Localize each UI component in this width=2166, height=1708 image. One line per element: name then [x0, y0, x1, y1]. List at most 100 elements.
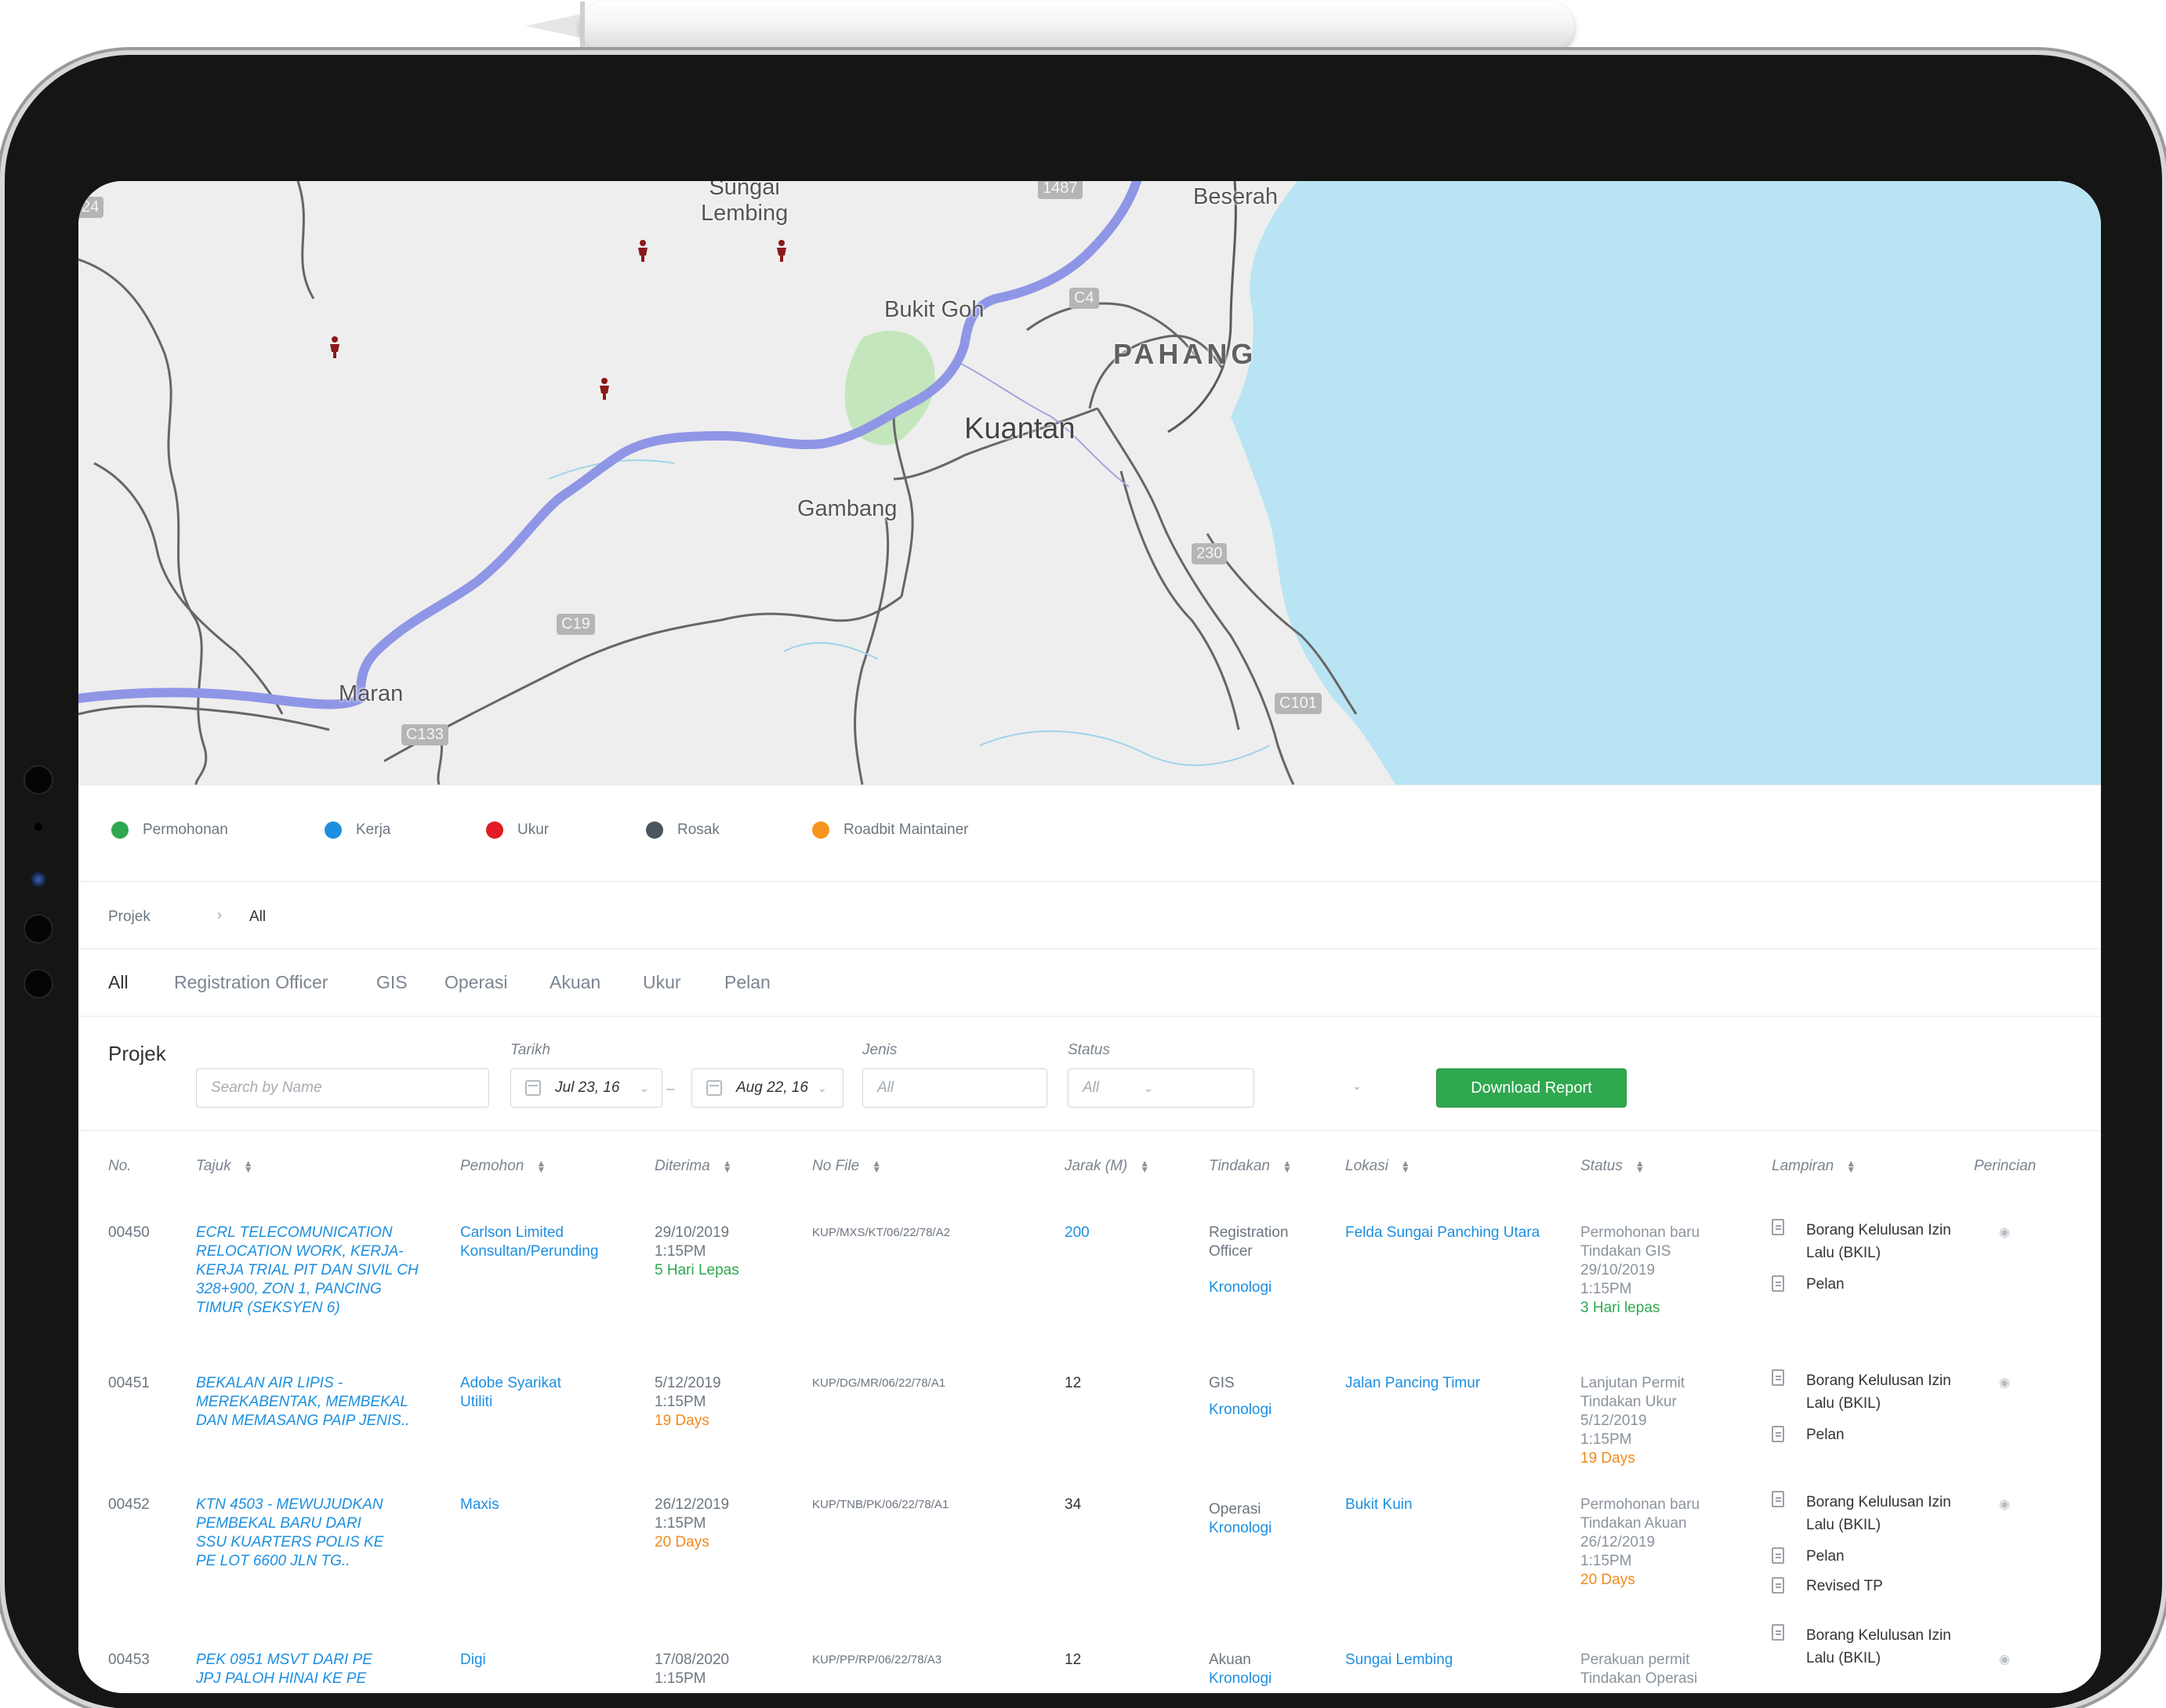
row-no-file: KUP/PP/RP/06/22/78/A3 [812, 1653, 942, 1666]
tab-all[interactable]: All [108, 972, 129, 993]
row-pemohon-link[interactable]: Maxis [460, 1496, 640, 1514]
column-tajuk[interactable]: Tajuk ▲ ▼ [196, 1158, 253, 1175]
eye-icon[interactable]: ◉ [1999, 1496, 2010, 1514]
jenis-select[interactable]: All [862, 1068, 1047, 1108]
tab-operasi[interactable]: Operasi [444, 972, 508, 993]
status-line: Permohonan baru [1580, 1496, 1700, 1513]
kronologi-link[interactable]: Kronologi [1209, 1278, 1326, 1297]
tab-gis[interactable]: GIS [376, 972, 408, 993]
row-lampiran: Borang Kelulusan Izin Lalu (BKIL) Pelan [1772, 1219, 1960, 1305]
attachment-label: Pelan [1806, 1548, 1845, 1565]
column-label: Jarak (M) [1065, 1158, 1128, 1174]
sort-icon: ▲ ▼ [1283, 1157, 1292, 1175]
attachment-item[interactable]: Borang Kelulusan Izin Lalu (BKIL) [1772, 1369, 1960, 1415]
jenis-label: Jenis [862, 1042, 898, 1058]
eye-icon[interactable]: ◉ [1999, 1651, 2010, 1670]
status-line: Tindakan Akuan [1580, 1515, 1687, 1532]
attachment-item[interactable]: Pelan [1772, 1547, 1960, 1566]
row-tajuk-link[interactable]: BEKALAN AIR LIPIS - MEREKABENTAK, MEMBEK… [196, 1374, 419, 1431]
road-badge: C19 [557, 614, 595, 635]
row-lokasi-link[interactable]: Sungai Lembing [1345, 1651, 1565, 1670]
person-marker-icon[interactable] [775, 240, 789, 262]
tab-pelan[interactable]: Pelan [724, 972, 771, 993]
download-report-button[interactable]: Download Report [1436, 1068, 1627, 1108]
row-tajuk-link[interactable]: KTN 4503 - MEWUJUDKAN PEMBEKAL BARU DARI… [196, 1496, 384, 1571]
row-lokasi-link[interactable]: Jalan Pancing Timur [1345, 1374, 1565, 1393]
eye-icon[interactable]: ◉ [1999, 1374, 2010, 1393]
attachment-item[interactable]: Revised TP [1772, 1577, 1960, 1596]
sort-icon: ▲ ▼ [243, 1157, 253, 1175]
status-line: Permohonan baru [1580, 1224, 1700, 1241]
column-label: Diterima [655, 1158, 710, 1174]
row-lampiran: Borang Kelulusan Izin Lalu (BKIL) Pelan [1772, 1369, 1960, 1456]
clipboard-icon [1772, 1547, 1784, 1564]
date-to-picker[interactable]: Aug 22, 16 ⌄ [691, 1068, 844, 1108]
tab-ukur[interactable]: Ukur [643, 972, 681, 993]
column-no: No. [108, 1158, 132, 1174]
row-no: 00451 [108, 1375, 150, 1391]
column-label: No File [812, 1158, 860, 1174]
row-date: 29/10/2019 [655, 1224, 730, 1241]
legend-dot [646, 821, 663, 839]
legend-label: Kerja [356, 821, 391, 838]
kronologi-link[interactable]: Kronologi [1209, 1519, 1326, 1538]
date-from-picker[interactable]: Jul 23, 16 ⌄ [510, 1068, 662, 1108]
person-marker-icon[interactable] [328, 336, 342, 358]
column-diterima[interactable]: Diterima ▲ ▼ [655, 1158, 732, 1175]
row-date: 5/12/2019 [655, 1375, 721, 1391]
map-label-pahang: PAHANG [1113, 338, 1257, 370]
legend-label: Ukur [517, 821, 550, 838]
row-tajuk-link[interactable]: ECRL TELECOMUNICATION RELOCATION WORK, K… [196, 1224, 419, 1318]
attachment-label: Borang Kelulusan Izin Lalu (BKIL) [1806, 1627, 1951, 1666]
row-jarak-link[interactable]: 200 [1065, 1224, 1090, 1242]
person-marker-icon[interactable] [597, 378, 611, 400]
map-view[interactable]: Sungai Lembing Beserah Bukit Goh PAHANG … [78, 181, 2101, 785]
map-label-bukit-goh: Bukit Goh [884, 297, 985, 322]
column-label: Pemohon [460, 1158, 524, 1174]
chevron-down-icon[interactable]: ⌄ [1352, 1079, 1362, 1093]
column-no-file[interactable]: No File ▲ ▼ [812, 1158, 881, 1175]
status-time: 1:15PM [1580, 1553, 1632, 1569]
attachment-item[interactable]: Borang Kelulusan Izin Lalu (BKIL) [1772, 1219, 1960, 1264]
row-pemohon-link[interactable]: Digi [460, 1651, 640, 1670]
row-jarak: 12 [1065, 1375, 1082, 1391]
attachment-item[interactable]: Borang Kelulusan Izin Lalu (BKIL) [1772, 1491, 1960, 1536]
status-select[interactable]: All ⌄ [1068, 1068, 1254, 1108]
status-days: 20 Days [1580, 1572, 1635, 1588]
column-lampiran[interactable]: Lampiran ▲ ▼ [1772, 1158, 1856, 1175]
search-input[interactable]: Search by Name [196, 1068, 489, 1108]
row-tindakan-label: GIS [1209, 1375, 1235, 1391]
legend-item-ukur[interactable]: Ukur [486, 821, 549, 839]
chevron-right-icon: › [217, 907, 222, 923]
attachment-item[interactable]: Pelan [1772, 1275, 1960, 1294]
breadcrumb-projek[interactable]: Projek [108, 908, 151, 926]
eye-icon[interactable]: ◉ [1999, 1224, 2010, 1242]
tab-registration-officer[interactable]: Registration Officer [174, 972, 328, 993]
row-tindakan: GIS Kronologi [1209, 1374, 1326, 1420]
row-lokasi-link[interactable]: Felda Sungai Panching Utara [1345, 1224, 1565, 1242]
attachment-item[interactable]: Borang Kelulusan Izin Lalu (BKIL) [1772, 1624, 1960, 1670]
kronologi-link[interactable]: Kronologi [1209, 1670, 1326, 1688]
column-lokasi[interactable]: Lokasi ▲ ▼ [1345, 1158, 1410, 1175]
column-pemohon[interactable]: Pemohon ▲ ▼ [460, 1158, 546, 1175]
column-tindakan[interactable]: Tindakan ▲ ▼ [1209, 1158, 1292, 1175]
kronologi-link[interactable]: Kronologi [1209, 1401, 1326, 1420]
legend-item-permohonan[interactable]: Permohonan [111, 821, 228, 839]
attachment-item[interactable]: Pelan [1772, 1426, 1960, 1445]
column-status[interactable]: Status ▲ ▼ [1580, 1158, 1645, 1175]
legend-item-roadbit-maintainer[interactable]: Roadbit Maintainer [812, 821, 968, 839]
row-lokasi-link[interactable]: Bukit Kuin [1345, 1496, 1565, 1514]
row-pemohon-link[interactable]: Carlson Limited Konsultan/Perunding [460, 1224, 640, 1261]
row-pemohon-link[interactable]: Adobe Syarikat Utiliti [460, 1374, 578, 1412]
row-tindakan: Operasi Kronologi [1209, 1500, 1326, 1538]
tab-akuan[interactable]: Akuan [550, 972, 600, 993]
row-days: 5 Hari Lepas [655, 1262, 739, 1278]
legend-item-rosak[interactable]: Rosak [646, 821, 720, 839]
sort-icon: ▲ ▼ [722, 1157, 732, 1175]
person-marker-icon[interactable] [636, 240, 650, 262]
column-jarak[interactable]: Jarak (M) ▲ ▼ [1065, 1158, 1149, 1175]
legend-item-kerja[interactable]: Kerja [325, 821, 390, 839]
row-jarak: 34 [1065, 1496, 1082, 1513]
row-tajuk-link[interactable]: PEK 0951 MSVT DARI PE JPJ PALOH HINAI KE… [196, 1651, 384, 1688]
sort-icon: ▲ ▼ [1634, 1157, 1645, 1175]
